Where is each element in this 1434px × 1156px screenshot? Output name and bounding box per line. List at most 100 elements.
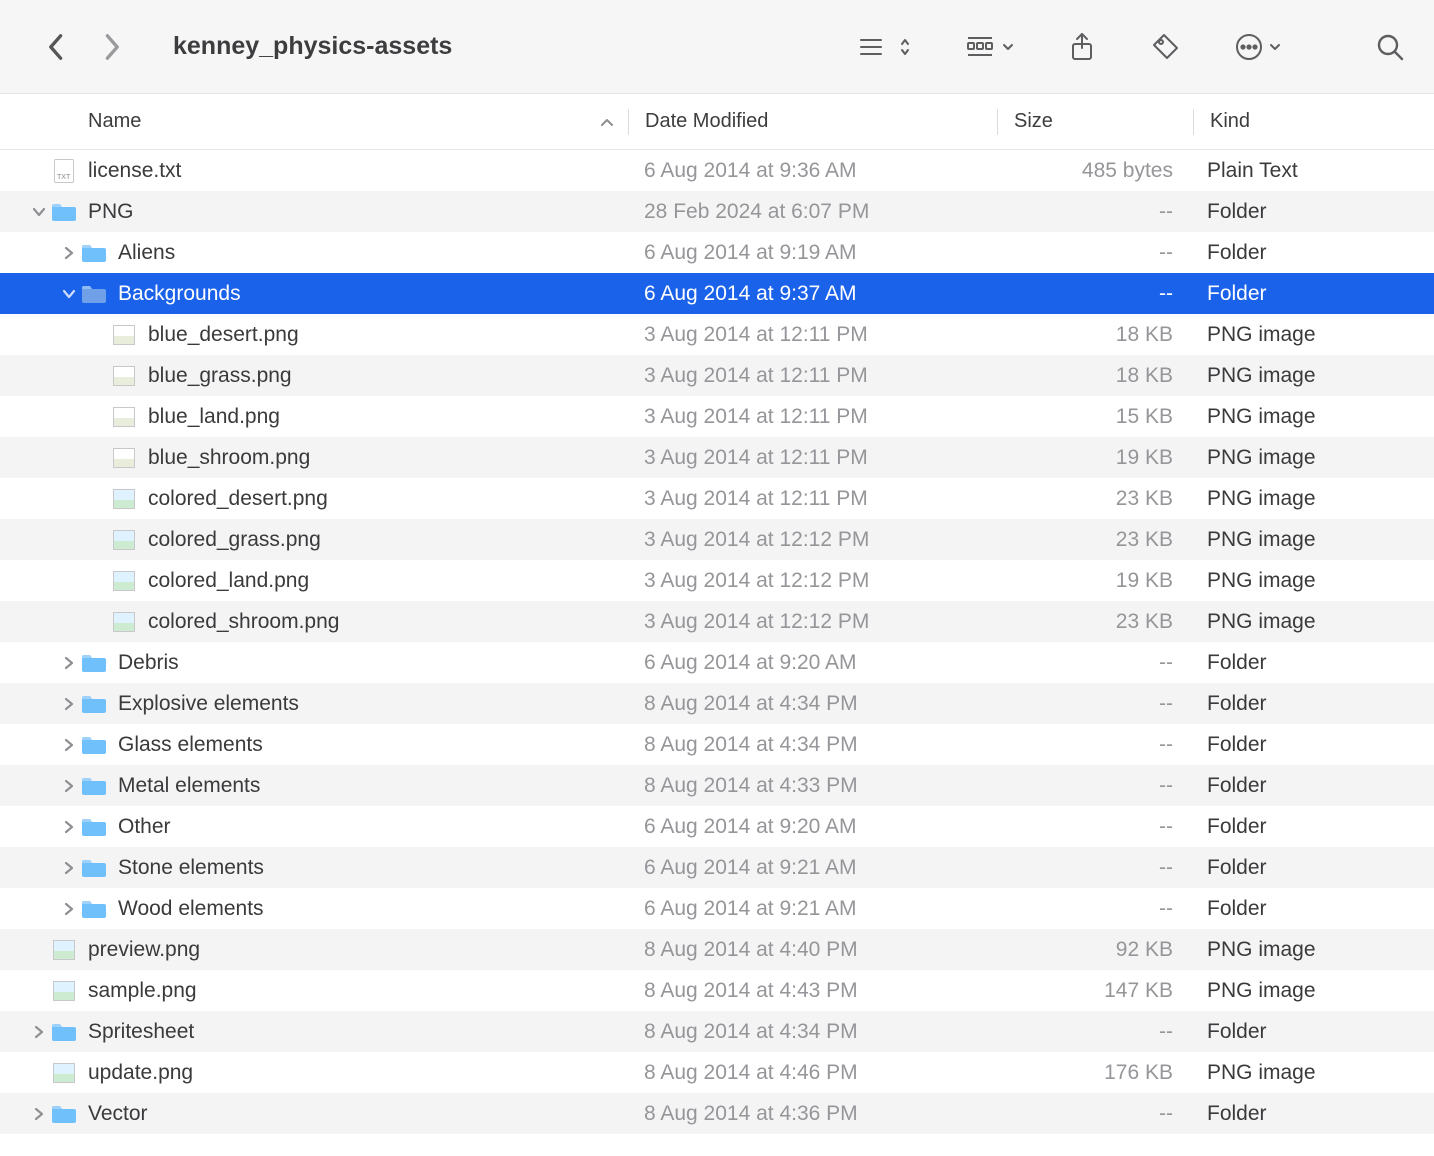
folder-row[interactable]: Stone elements6 Aug 2014 at 9:21 AM--Fol… xyxy=(0,847,1434,888)
folder-row[interactable]: Metal elements8 Aug 2014 at 4:33 PM--Fol… xyxy=(0,765,1434,806)
item-date: 8 Aug 2014 at 4:34 PM xyxy=(628,1020,996,1044)
image-file-icon xyxy=(110,446,138,470)
item-name: colored_desert.png xyxy=(148,487,328,511)
disclosure-triangle[interactable] xyxy=(58,283,80,305)
column-size[interactable]: Size xyxy=(998,110,1193,133)
disclosure-triangle[interactable] xyxy=(58,652,80,674)
image-file-icon xyxy=(110,364,138,388)
file-row[interactable]: blue_desert.png3 Aug 2014 at 12:11 PM18 … xyxy=(0,314,1434,355)
disclosure-triangle[interactable] xyxy=(58,775,80,797)
file-list: license.txt6 Aug 2014 at 9:36 AM485 byte… xyxy=(0,150,1434,1134)
disclosure-triangle[interactable] xyxy=(58,857,80,879)
image-file-icon xyxy=(110,405,138,429)
file-row[interactable]: blue_grass.png3 Aug 2014 at 12:11 PM18 K… xyxy=(0,355,1434,396)
file-row[interactable]: colored_desert.png 3 Aug 2014 at 12:11 PM… xyxy=(0,478,1434,519)
item-size: -- xyxy=(996,692,1191,716)
item-name: Wood elements xyxy=(118,897,264,921)
file-row[interactable]: colored_shroom.png 3 Aug 2014 at 12:12 PM… xyxy=(0,601,1434,642)
folder-row[interactable]: Wood elements6 Aug 2014 at 9:21 AM--Fold… xyxy=(0,888,1434,929)
file-row[interactable]: colored_land.png3 Aug 2014 at 12:12 PM19… xyxy=(0,560,1434,601)
column-headers: Name Date Modified Size Kind xyxy=(0,94,1434,150)
item-date: 8 Aug 2014 at 4:33 PM xyxy=(628,774,996,798)
item-date: 8 Aug 2014 at 4:46 PM xyxy=(628,1061,996,1085)
item-date: 3 Aug 2014 at 12:12 PM xyxy=(628,569,996,593)
item-name: colored_shroom.png xyxy=(148,610,339,634)
item-kind: Folder xyxy=(1191,200,1434,224)
item-date: 3 Aug 2014 at 12:11 PM xyxy=(628,487,996,511)
text-file-icon xyxy=(50,159,78,183)
item-name: blue_grass.png xyxy=(148,364,292,388)
disclosure-triangle[interactable] xyxy=(58,242,80,264)
item-name: blue_shroom.png xyxy=(148,446,310,470)
folder-icon xyxy=(80,856,108,880)
disclosure-triangle[interactable] xyxy=(28,201,50,223)
item-name: Stone elements xyxy=(118,856,264,880)
disclosure-triangle[interactable] xyxy=(58,734,80,756)
more-button[interactable] xyxy=(1235,33,1281,61)
search-button[interactable] xyxy=(1376,33,1404,61)
disclosure-triangle xyxy=(88,447,110,469)
item-size: 92 KB xyxy=(996,938,1191,962)
file-row[interactable]: update.png8 Aug 2014 at 4:46 PM176 KBPNG… xyxy=(0,1052,1434,1093)
folder-row[interactable]: PNG28 Feb 2024 at 6:07 PM--Folder xyxy=(0,191,1434,232)
view-list-button[interactable] xyxy=(859,35,911,59)
folder-icon xyxy=(80,733,108,757)
item-date: 3 Aug 2014 at 12:11 PM xyxy=(628,323,996,347)
item-date: 6 Aug 2014 at 9:21 AM xyxy=(628,856,996,880)
folder-row[interactable]: Other6 Aug 2014 at 9:20 AM--Folder xyxy=(0,806,1434,847)
share-button[interactable] xyxy=(1069,32,1095,62)
item-size: 18 KB xyxy=(996,323,1191,347)
chevron-down-icon xyxy=(1269,42,1281,52)
disclosure-triangle xyxy=(28,1062,50,1084)
file-row[interactable]: sample.png8 Aug 2014 at 4:43 PM147 KBPNG… xyxy=(0,970,1434,1011)
item-date: 8 Aug 2014 at 4:40 PM xyxy=(628,938,996,962)
image-file-icon xyxy=(110,569,138,593)
folder-row[interactable]: Spritesheet8 Aug 2014 at 4:34 PM--Folder xyxy=(0,1011,1434,1052)
back-button[interactable] xyxy=(40,32,70,62)
folder-icon xyxy=(50,1020,78,1044)
disclosure-triangle xyxy=(88,406,110,428)
item-name: blue_land.png xyxy=(148,405,280,429)
column-date[interactable]: Date Modified xyxy=(629,110,997,133)
disclosure-triangle[interactable] xyxy=(58,898,80,920)
folder-row[interactable]: Explosive elements8 Aug 2014 at 4:34 PM-… xyxy=(0,683,1434,724)
item-kind: PNG image xyxy=(1191,979,1434,1003)
image-file-icon xyxy=(50,938,78,962)
item-date: 3 Aug 2014 at 12:12 PM xyxy=(628,610,996,634)
item-name: Debris xyxy=(118,651,179,675)
item-date: 6 Aug 2014 at 9:20 AM xyxy=(628,815,996,839)
item-kind: Folder xyxy=(1191,1020,1434,1044)
folder-row[interactable]: Debris6 Aug 2014 at 9:20 AM--Folder xyxy=(0,642,1434,683)
folder-row[interactable]: Glass elements8 Aug 2014 at 4:34 PM--Fol… xyxy=(0,724,1434,765)
disclosure-triangle[interactable] xyxy=(28,1103,50,1125)
item-size: -- xyxy=(996,733,1191,757)
disclosure-triangle[interactable] xyxy=(58,693,80,715)
item-name: Spritesheet xyxy=(88,1020,194,1044)
folder-row[interactable]: Vector8 Aug 2014 at 4:36 PM--Folder xyxy=(0,1093,1434,1134)
forward-button[interactable] xyxy=(98,32,128,62)
item-size: -- xyxy=(996,856,1191,880)
item-date: 8 Aug 2014 at 4:36 PM xyxy=(628,1102,996,1126)
disclosure-triangle[interactable] xyxy=(58,816,80,838)
disclosure-triangle xyxy=(88,570,110,592)
folder-row[interactable]: Backgrounds6 Aug 2014 at 9:37 AM--Folder xyxy=(0,273,1434,314)
file-row[interactable]: license.txt6 Aug 2014 at 9:36 AM485 byte… xyxy=(0,150,1434,191)
column-kind[interactable]: Kind xyxy=(1194,110,1434,133)
item-name: Aliens xyxy=(118,241,175,265)
item-name: license.txt xyxy=(88,159,181,183)
tags-button[interactable] xyxy=(1150,32,1180,62)
item-kind: PNG image xyxy=(1191,446,1434,470)
group-button[interactable] xyxy=(966,35,1014,59)
item-size: 23 KB xyxy=(996,528,1191,552)
item-name: colored_grass.png xyxy=(148,528,321,552)
item-date: 6 Aug 2014 at 9:20 AM xyxy=(628,651,996,675)
disclosure-triangle[interactable] xyxy=(28,1021,50,1043)
item-date: 3 Aug 2014 at 12:11 PM xyxy=(628,446,996,470)
folder-row[interactable]: Aliens6 Aug 2014 at 9:19 AM--Folder xyxy=(0,232,1434,273)
file-row[interactable]: preview.png8 Aug 2014 at 4:40 PM92 KBPNG… xyxy=(0,929,1434,970)
file-row[interactable]: blue_shroom.png3 Aug 2014 at 12:11 PM19 … xyxy=(0,437,1434,478)
column-name[interactable]: Name xyxy=(88,110,628,133)
file-row[interactable]: colored_grass.png3 Aug 2014 at 12:12 PM2… xyxy=(0,519,1434,560)
file-row[interactable]: blue_land.png3 Aug 2014 at 12:11 PM15 KB… xyxy=(0,396,1434,437)
image-file-icon xyxy=(110,528,138,552)
